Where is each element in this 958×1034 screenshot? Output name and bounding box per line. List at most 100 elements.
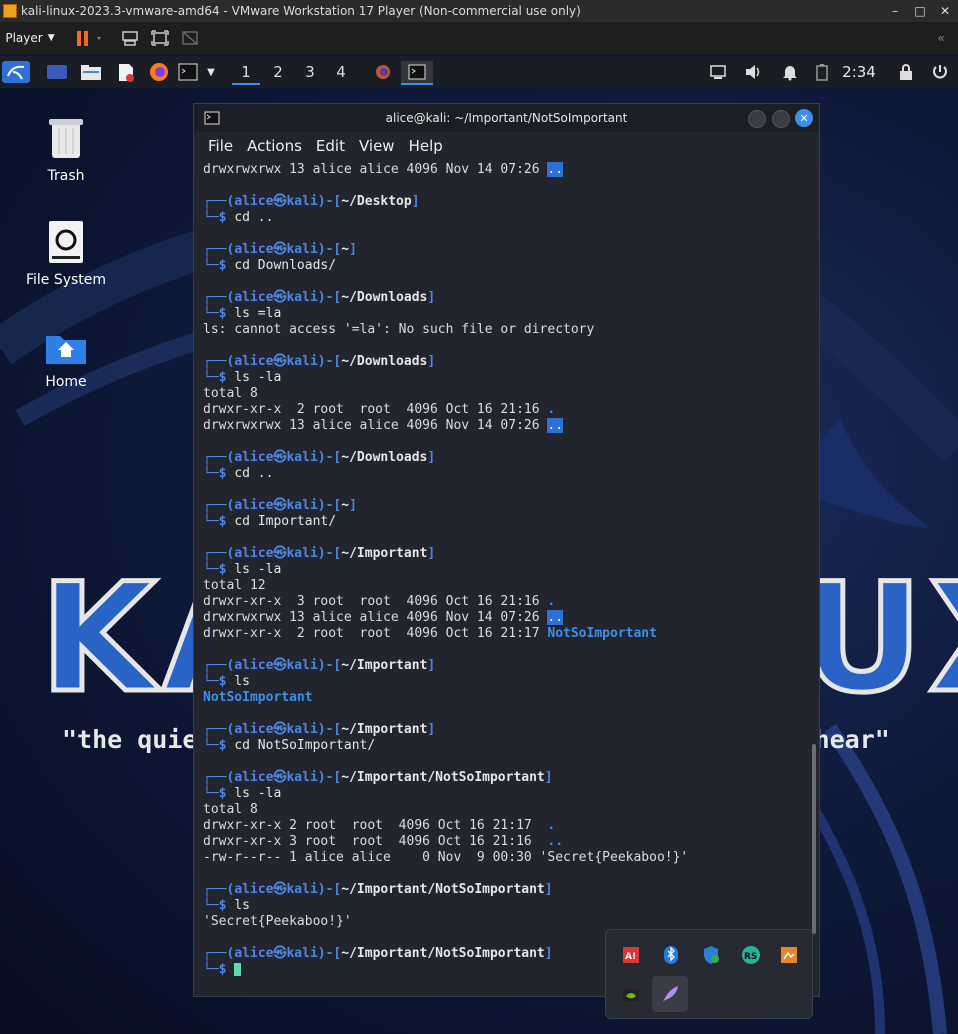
prompt-corner: ┌──( bbox=[203, 354, 235, 369]
prompt-at-icon: ㉿ bbox=[273, 770, 287, 785]
dir-parent: .. bbox=[547, 610, 564, 625]
clock[interactable]: 2:34 bbox=[840, 61, 878, 83]
lock-icon bbox=[900, 64, 912, 80]
prompt-command: cd .. bbox=[234, 466, 274, 481]
terminal-small-icon bbox=[408, 64, 426, 80]
taskbar-firefox-button[interactable] bbox=[370, 61, 396, 83]
prompt-command: ls -la bbox=[234, 562, 282, 577]
terminal-launcher-button[interactable] bbox=[176, 61, 200, 83]
desktop-icon-file-system[interactable]: File System bbox=[16, 220, 116, 288]
kali-dragon-icon bbox=[7, 65, 25, 80]
terminal-line: total 8 bbox=[203, 386, 807, 402]
prompt-host: kali bbox=[286, 882, 318, 897]
logout-button[interactable] bbox=[928, 61, 952, 83]
workspace-1[interactable]: 1 bbox=[232, 61, 260, 85]
svg-text:RS: RS bbox=[744, 952, 757, 962]
vmware-title-bar: kali-linux-2023.3-vmware-amd64 - VMware … bbox=[0, 0, 958, 22]
prompt-sep: )-[ bbox=[317, 882, 342, 897]
rs-icon[interactable]: RS bbox=[736, 940, 766, 970]
prompt-bracket: ] bbox=[427, 658, 436, 673]
terminal-close-button[interactable]: ✕ bbox=[795, 109, 813, 127]
pause-button[interactable] bbox=[66, 27, 104, 49]
menu-view[interactable]: View bbox=[359, 137, 395, 155]
tray-app-1-icon[interactable]: A! bbox=[616, 940, 646, 970]
drive-icon bbox=[16, 220, 116, 268]
menu-actions[interactable]: Actions bbox=[247, 137, 302, 155]
terminal-maximize-button[interactable] bbox=[772, 110, 790, 128]
nvidia-icon[interactable] bbox=[616, 980, 646, 1010]
trash-label: Trash bbox=[47, 168, 85, 184]
workspace-2[interactable]: 2 bbox=[264, 61, 292, 83]
prompt-host: kali bbox=[286, 242, 318, 257]
prompt-corner: ┌──( bbox=[203, 290, 235, 305]
menu-file[interactable]: File bbox=[208, 137, 233, 155]
prompt-sep: )-[ bbox=[317, 498, 342, 513]
notifications-button[interactable] bbox=[778, 61, 802, 83]
trash-icon bbox=[16, 114, 116, 164]
vmware-toolbar: Player ▼ « bbox=[0, 22, 958, 54]
terminal-minimize-button[interactable] bbox=[748, 110, 766, 128]
full-screen-button[interactable] bbox=[148, 27, 172, 49]
prompt-bracket: ] bbox=[427, 290, 436, 305]
battery-button[interactable] bbox=[810, 61, 834, 83]
display-button[interactable] bbox=[706, 61, 730, 83]
terminal-line: drwxrwxrwx 13 alice alice 4096 Nov 14 07… bbox=[203, 418, 807, 434]
prompt-corner: ┌──( bbox=[203, 722, 235, 737]
player-menu-button[interactable]: Player ▼ bbox=[4, 27, 56, 49]
prompt-user: alice bbox=[234, 354, 274, 369]
pause-icon bbox=[77, 31, 101, 46]
output-text: drwxrwxrwx 13 alice alice 4096 Nov 14 07… bbox=[203, 418, 548, 433]
bluetooth-icon[interactable] bbox=[656, 940, 686, 970]
collapse-toolbar-button[interactable]: « bbox=[930, 27, 952, 49]
workspace-3[interactable]: 3 bbox=[296, 61, 324, 83]
output-text: 'Secret{Peekaboo!}' bbox=[203, 914, 352, 929]
prompt-corner: ┌──( bbox=[203, 242, 235, 257]
kali-menu-button[interactable] bbox=[2, 61, 30, 83]
desktop-icon-trash[interactable]: Trash bbox=[16, 114, 116, 184]
prompt-bracket: ] bbox=[427, 546, 436, 561]
file-manager-button[interactable] bbox=[78, 61, 104, 83]
home-folder-icon bbox=[16, 330, 116, 370]
prompt-sep: )-[ bbox=[317, 658, 342, 673]
workspace-4[interactable]: 4 bbox=[327, 61, 355, 83]
terminal-line: └─$ ls -la bbox=[203, 786, 807, 802]
terminal-line: drwxr-xr-x 2 root root 4096 Oct 16 21:17… bbox=[203, 626, 807, 642]
player-menu-label: Player bbox=[5, 31, 43, 45]
text-editor-button[interactable] bbox=[112, 61, 138, 83]
volume-button[interactable] bbox=[742, 61, 766, 83]
taskbar-terminal-button[interactable] bbox=[401, 61, 433, 85]
prompt-path: ~/Important bbox=[341, 658, 428, 673]
send-ctrl-alt-del-button[interactable] bbox=[118, 27, 142, 49]
maximize-button[interactable]: □ bbox=[909, 0, 931, 22]
lock-screen-button[interactable] bbox=[894, 61, 918, 83]
prompt-bracket: ] bbox=[544, 882, 553, 897]
show-desktop-button[interactable] bbox=[44, 61, 70, 83]
terminal-line: NotSoImportant bbox=[203, 690, 807, 706]
unity-button[interactable] bbox=[178, 27, 202, 49]
terminal-options-chevron-icon[interactable]: ▼ bbox=[202, 61, 220, 83]
prompt-bracket: ] bbox=[349, 498, 357, 513]
chevron-down-icon: ▼ bbox=[47, 33, 55, 43]
prompt-corner: ┌──( bbox=[203, 498, 235, 513]
prompt-path: ~/Downloads bbox=[341, 290, 428, 305]
terminal-scrollbar[interactable] bbox=[812, 744, 816, 934]
desktop-icon-home[interactable]: Home bbox=[16, 330, 116, 390]
menu-edit[interactable]: Edit bbox=[316, 137, 345, 155]
output-text: total 8 bbox=[203, 802, 258, 817]
prompt-sep: )-[ bbox=[317, 242, 342, 257]
prompt-sep: )-[ bbox=[317, 546, 342, 561]
firefox-button[interactable] bbox=[146, 61, 172, 83]
package-icon[interactable] bbox=[774, 940, 804, 970]
fullscreen-icon bbox=[151, 30, 169, 46]
menu-help[interactable]: Help bbox=[409, 137, 443, 155]
prompt-command: ls -la bbox=[234, 786, 282, 801]
prompt-dollar: └─$ bbox=[203, 738, 235, 753]
minimize-button[interactable]: – bbox=[884, 0, 906, 22]
dir-notsoimportant: NotSoImportant bbox=[203, 690, 313, 705]
terminal-line: └─$ ls =la bbox=[203, 306, 807, 322]
close-button[interactable]: ✕ bbox=[934, 0, 956, 22]
terminal-output[interactable]: drwxrwxrwx 13 alice alice 4096 Nov 14 07… bbox=[203, 162, 807, 996]
feather-icon[interactable] bbox=[652, 976, 688, 1012]
home-label: Home bbox=[45, 374, 87, 390]
security-icon[interactable] bbox=[696, 940, 726, 970]
